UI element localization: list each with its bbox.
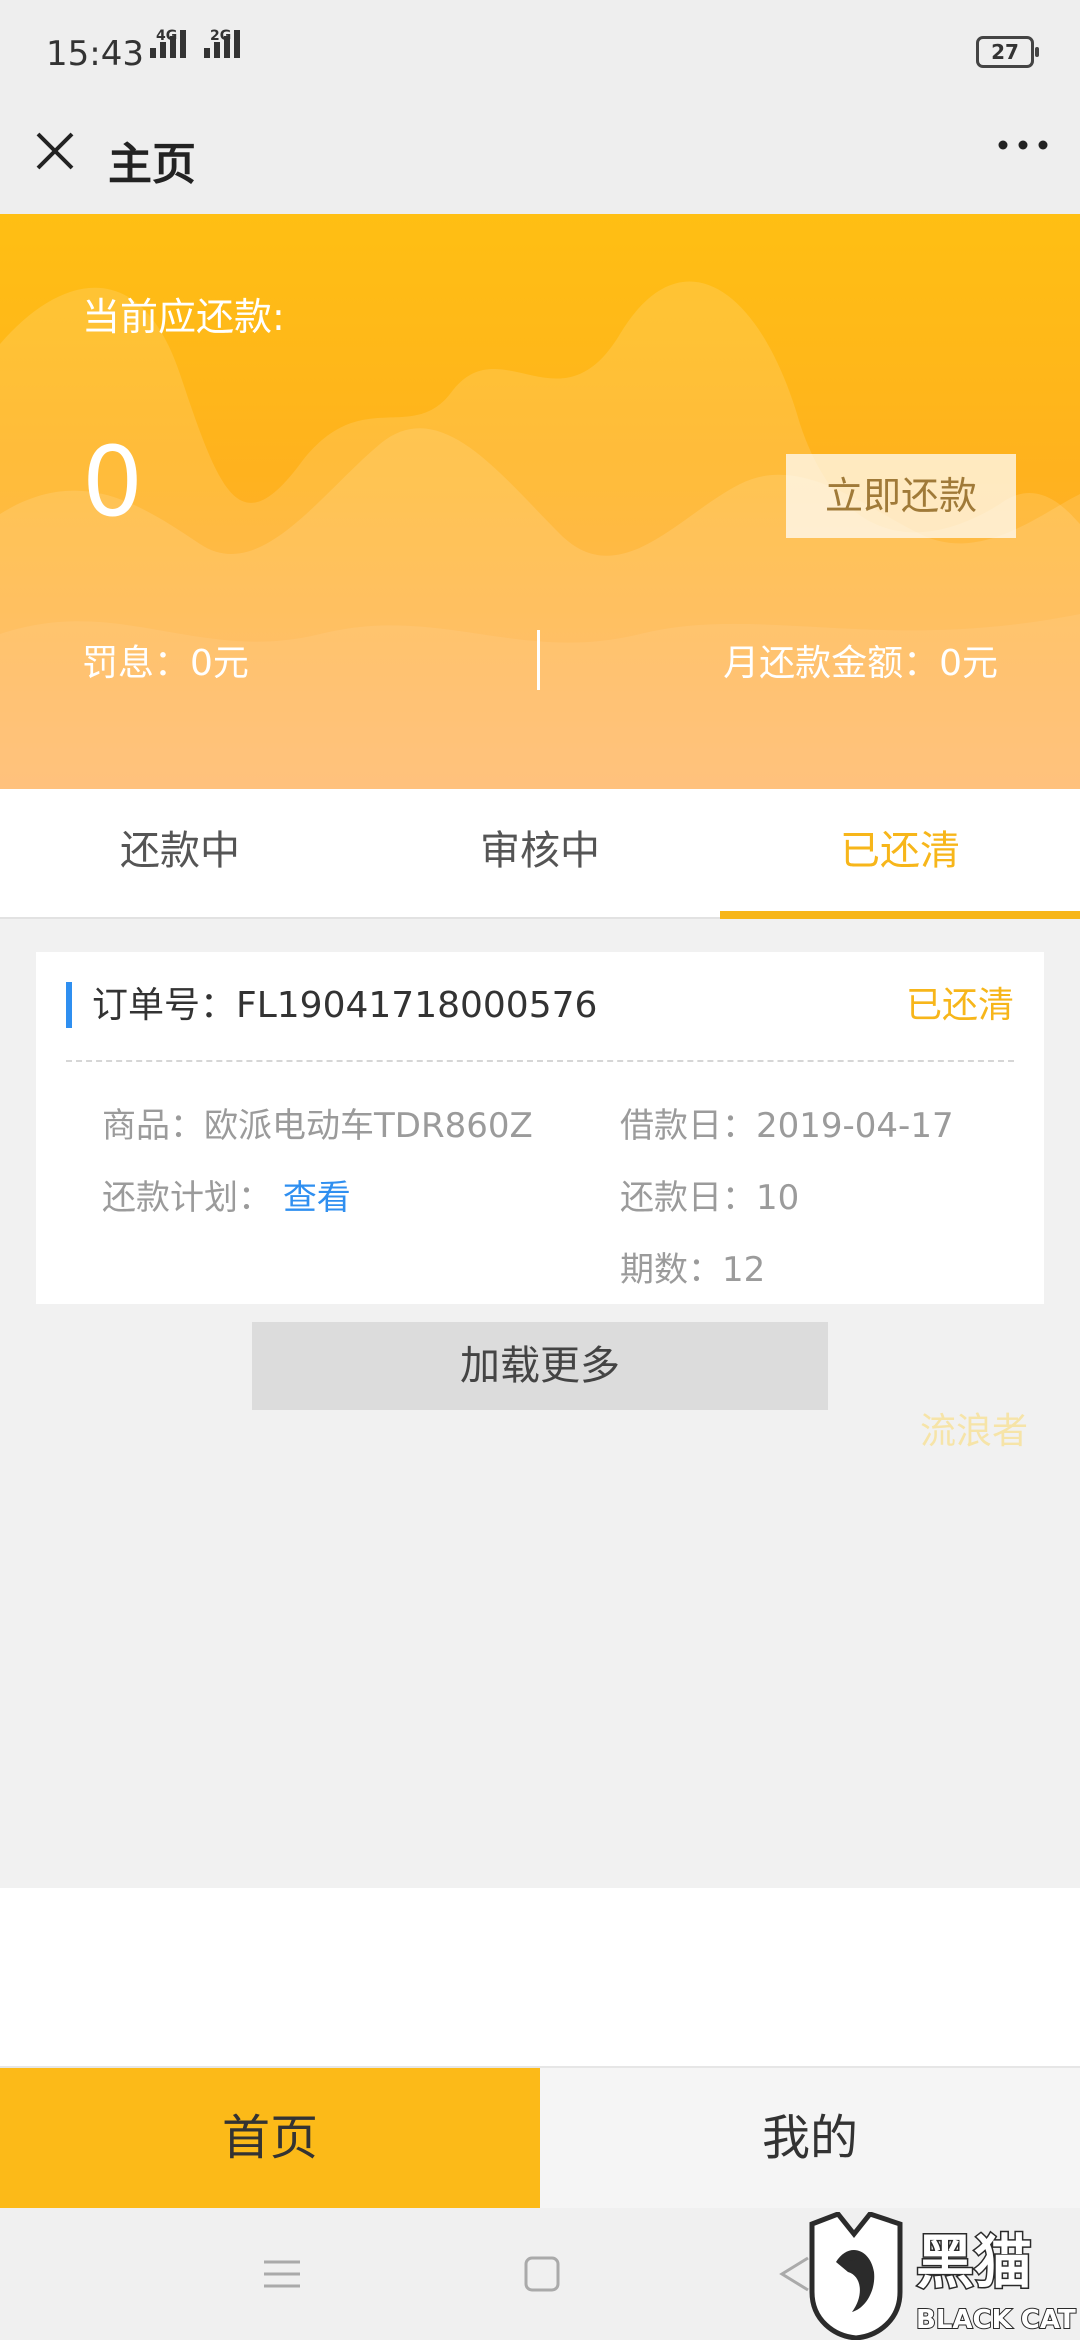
view-plan-link[interactable]: 查看 <box>283 1178 351 1218</box>
load-more-button[interactable]: 加载更多 <box>252 1322 828 1410</box>
content-footer-space <box>0 1888 1080 2066</box>
repay-now-button[interactable]: 立即还款 <box>786 454 1016 538</box>
close-icon[interactable] <box>34 130 76 172</box>
dashed-divider <box>66 1060 1014 1062</box>
current-due-amount: 0 <box>82 426 144 538</box>
signal-icon: 2G <box>204 28 240 58</box>
signal-indicators: 4G 2G <box>150 28 240 58</box>
status-tabs: 还款中 审核中 已还清 <box>0 789 1080 919</box>
repay-day-field: 还款日：10 <box>620 1178 800 1218</box>
logo-cn-text: 黑猫 <box>916 2228 1032 2296</box>
battery-icon: 27 <box>976 36 1039 68</box>
current-due-label: 当前应还款: <box>82 295 285 339</box>
periods-field: 期数：12 <box>620 1250 766 1290</box>
menu-icon[interactable] <box>262 2254 302 2294</box>
repayment-summary: 当前应还款: 0 立即还款 罚息：0元 月还款金额：0元 <box>0 214 1080 789</box>
penalty-interest: 罚息：0元 <box>82 643 249 684</box>
black-cat-logo: 黑猫 BLACK CAT <box>809 2212 1077 2340</box>
watermark: 流浪者 <box>920 1411 1029 1452</box>
repay-plan-label: 还款计划： <box>102 1178 272 1218</box>
divider <box>537 630 540 690</box>
tab-repaying[interactable]: 还款中 <box>0 789 360 917</box>
tab-reviewing[interactable]: 审核中 <box>360 789 720 917</box>
order-number: 订单号：FL19041718000576 <box>92 985 598 1026</box>
network-type-label: 2G <box>210 28 232 44</box>
product-field: 商品：欧派电动车TDR860Z <box>102 1106 533 1146</box>
monthly-repayment: 月还款金额：0元 <box>723 643 998 684</box>
nav-mine[interactable]: 我的 <box>540 2068 1080 2208</box>
more-icon[interactable] <box>996 138 1050 152</box>
hero-stats: 罚息：0元 月还款金额：0元 <box>0 630 1080 694</box>
signal-icon: 4G <box>150 28 186 58</box>
loan-date-field: 借款日：2019-04-17 <box>620 1106 954 1146</box>
status-bar: 15:43 4G 2G 27 <box>0 0 1080 108</box>
order-card: 订单号：FL19041718000576 已还清 商品：欧派电动车TDR860Z… <box>36 952 1044 1304</box>
app-bar: 主页 <box>0 108 1080 214</box>
network-type-label: 4G <box>156 28 178 44</box>
bottom-nav: 首页 我的 <box>0 2066 1080 2208</box>
logo-en-text: BLACK CAT <box>916 2305 1076 2335</box>
nav-home[interactable]: 首页 <box>0 2068 540 2208</box>
home-icon[interactable] <box>522 2254 562 2294</box>
page-title: 主页 <box>108 139 196 190</box>
order-marker <box>66 982 72 1028</box>
tab-paid-off[interactable]: 已还清 <box>720 789 1080 919</box>
status-time: 15:43 <box>46 34 144 74</box>
repay-plan-field: 还款计划： 查看 <box>102 1170 351 1219</box>
order-status-badge: 已还清 <box>905 985 1014 1026</box>
